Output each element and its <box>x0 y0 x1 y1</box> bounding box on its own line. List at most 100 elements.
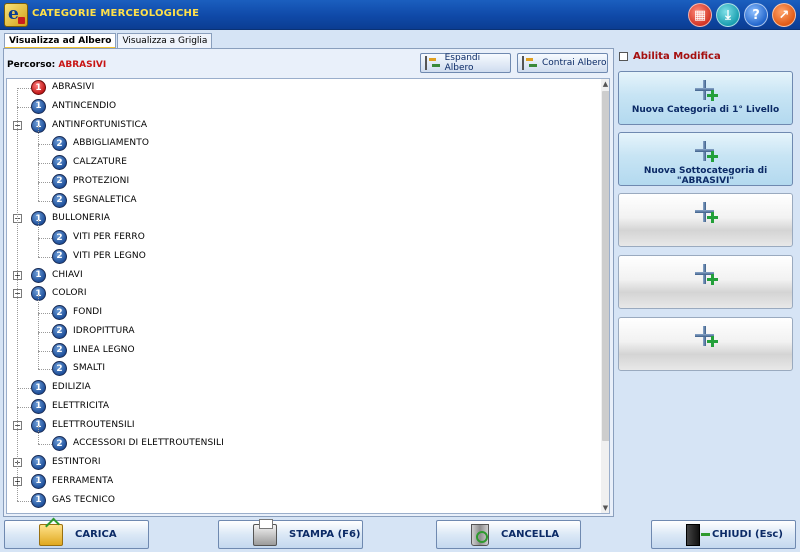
tree-connector <box>17 388 31 389</box>
tree-node-level2[interactable]: 2 ACCESSORI DI ELETTROUTENSILI <box>7 426 597 453</box>
empty-action-button-2[interactable] <box>618 255 793 309</box>
tree-connector <box>38 444 52 446</box>
tree-node-level1[interactable]: 1 ANTINCENDIO <box>7 98 597 116</box>
level-one-icon: 1 <box>31 398 46 414</box>
tree-node-level1[interactable]: 1 ELETTRICITA <box>7 398 597 416</box>
tab-tree-view[interactable]: Visualizza ad Albero <box>4 33 117 49</box>
exit-icon[interactable]: ↗ <box>772 3 796 27</box>
tree-connector <box>38 351 39 370</box>
tree-node-level1[interactable]: +1 CHIAVI <box>7 267 597 285</box>
tree-node-label: ACCESSORI DI ELETTROUTENSILI <box>73 438 224 449</box>
tree-node-level1[interactable]: −1 BULLONERIA <box>7 210 597 228</box>
tree-node-label: CHIAVI <box>52 269 83 280</box>
download-icon[interactable]: ⤓ <box>716 3 740 27</box>
print-button[interactable]: STAMPA (F6) <box>218 518 363 549</box>
tree-connector <box>38 369 52 371</box>
tree-connector <box>38 295 39 313</box>
tree-node-label: FONDI <box>73 307 103 317</box>
tab-grid-view[interactable]: Visualizza a Griglia <box>117 33 213 49</box>
calculator-icon[interactable]: ▦ <box>688 3 712 27</box>
category-tree[interactable]: 1 ABRASIVI 1 ANTINCENDIO −1 ANTINFORTUNISTICA… <box>6 78 610 514</box>
level-two-icon: 2 <box>52 136 67 152</box>
add-icon <box>695 326 719 348</box>
tree-node-level2[interactable]: 2 SMALTI <box>7 351 597 378</box>
tree-scrollbar[interactable]: ▲ ▼ <box>601 79 609 513</box>
empty-action-button-3[interactable] <box>618 317 793 371</box>
tree-node-label: ANTINFORTUNISTICA <box>52 119 148 130</box>
tree-node-level2[interactable]: 2 CALZATURE <box>7 145 597 172</box>
tree-node-level1[interactable]: 1 EDILIZIA <box>7 379 597 397</box>
tree-connector <box>38 200 52 202</box>
tree-connector <box>38 145 39 163</box>
level-two-icon: 2 <box>52 323 67 339</box>
collapse-tree-button[interactable]: Contrai Albero <box>517 53 608 73</box>
tree-node-label: ANTINCENDIO <box>52 100 117 111</box>
add-icon <box>695 264 719 286</box>
tree-node-level2[interactable]: 2 VITI PER FERRO <box>7 220 597 247</box>
level-two-icon: 2 <box>52 192 67 208</box>
expand-tree-label: Espandi Albero <box>444 53 481 73</box>
tree-node-level1[interactable]: +1 ESTINTORI <box>7 454 597 472</box>
tree-connector <box>38 126 39 145</box>
tree-node-label: LINEA LEGNO <box>73 344 135 355</box>
load-label: CARICA <box>75 529 117 540</box>
close-button[interactable]: CHIUDI (Esc) <box>651 520 796 549</box>
enable-edit-toggle[interactable]: Abilita Modifica <box>619 51 721 62</box>
tree-connector <box>38 238 52 239</box>
tree-node-level2[interactable]: 2 IDROPITTURA <box>7 313 597 341</box>
tree-node-label: ABRASIVI <box>52 82 95 92</box>
tree-connector <box>38 163 52 164</box>
tree-node-label: ABBIGLIAMENTO <box>73 138 150 149</box>
scroll-down-icon[interactable]: ▼ <box>601 503 609 513</box>
new-subcategory-label: Nuova Sottocategoria di "ABRASIVI" <box>643 166 768 186</box>
tree-node-level1[interactable]: −1 ELETTROUTENSILI <box>7 417 597 435</box>
window-title: CATEGORIE MERCEOLOGICHE <box>32 8 200 19</box>
new-subcategory-button[interactable]: Nuova Sottocategoria di "ABRASIVI" <box>618 132 793 186</box>
empty-action-button-1[interactable] <box>618 193 793 247</box>
tree-connector <box>17 500 31 502</box>
level-one-icon: 1 <box>31 492 46 508</box>
tree-connector <box>38 163 39 182</box>
tree-node-level2[interactable]: 2 LINEA LEGNO <box>7 332 597 360</box>
delete-button[interactable]: CANCELLA <box>436 520 581 549</box>
path-label: Percorso: <box>7 60 56 70</box>
tree-node-level2[interactable]: 2 PROTEZIONI <box>7 163 597 191</box>
printer-icon <box>253 518 277 546</box>
scroll-up-icon[interactable]: ▲ <box>601 79 609 89</box>
tree-node-level1[interactable]: 1 ABRASIVI <box>7 79 597 97</box>
tree-node-level2[interactable]: 2 ABBIGLIAMENTO <box>7 126 597 153</box>
tree-node-label: ELETTROUTENSILI <box>52 419 135 430</box>
level-one-icon: 1 <box>31 455 46 470</box>
app-logo: e <box>4 3 28 27</box>
add-subcategory-icon <box>695 141 719 163</box>
view-tabs: Visualizza ad Albero Visualizza a Grigli… <box>4 33 213 49</box>
enable-edit-checkbox[interactable] <box>619 52 628 61</box>
level-one-icon: 1 <box>31 80 46 95</box>
tree-node-label: COLORI <box>52 288 87 299</box>
help-icon[interactable]: ? <box>744 3 768 27</box>
level-one-icon: 1 <box>31 267 46 283</box>
level-two-icon: 2 <box>52 248 67 264</box>
print-label: STAMPA (F6) <box>289 529 361 540</box>
tree-node-label: EDILIZIA <box>52 382 91 392</box>
level-one-icon: 1 <box>31 473 46 489</box>
tree-connector <box>38 220 39 238</box>
expand-tree-button[interactable]: Espandi Albero <box>420 53 511 73</box>
exit-door-icon <box>686 523 710 546</box>
tree-node-level1[interactable]: −1 COLORI <box>7 285 597 303</box>
tree-node-level1[interactable]: −1 ANTINFORTUNISTICA <box>7 117 597 135</box>
delete-label: CANCELLA <box>501 529 560 540</box>
tree-node-level1[interactable]: +1 FERRAMENTA <box>7 473 597 491</box>
tree-node-label: VITI PER FERRO <box>73 232 145 242</box>
add-category-icon <box>695 80 719 102</box>
tree-connector <box>38 238 39 257</box>
tree-node-level2[interactable]: 2 FONDI <box>7 295 597 322</box>
tree-node-label: PROTEZIONI <box>73 175 130 186</box>
tree-node-level2[interactable]: 2 SEGNALETICA <box>7 182 597 210</box>
tree-node-level2[interactable]: 2 VITI PER LEGNO <box>7 238 597 266</box>
scroll-thumb[interactable] <box>602 91 609 441</box>
tree-node-level1[interactable]: 1 GAS TECNICO <box>7 492 597 510</box>
new-category-button[interactable]: Nuova Categoria di 1° Livello <box>618 71 793 125</box>
load-button[interactable]: CARICA <box>4 520 149 549</box>
tree-node-label: VITI PER LEGNO <box>73 250 146 261</box>
